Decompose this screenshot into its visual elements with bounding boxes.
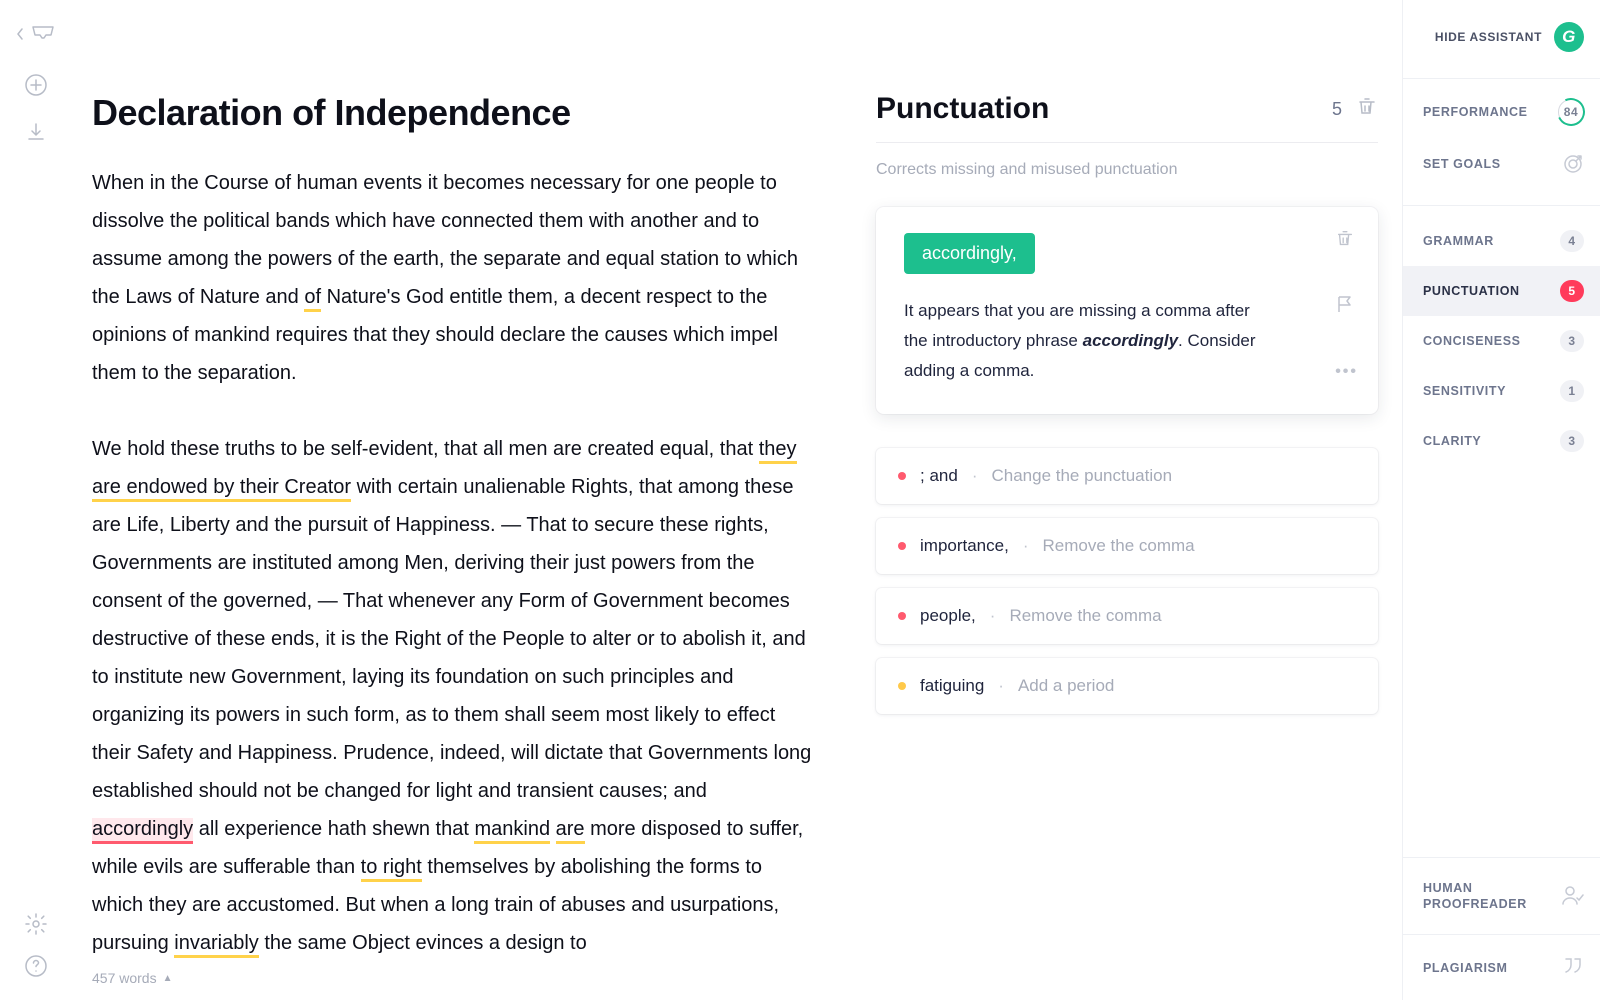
text: the same Object evinces a design to	[259, 932, 587, 954]
category-grammar[interactable]: GRAMMAR 4	[1403, 216, 1600, 266]
text: with certain unalienable Rights, that am…	[92, 476, 811, 802]
person-check-icon	[1560, 884, 1584, 909]
performance-score: 84	[1558, 99, 1584, 125]
highlight-yellow[interactable]: of	[304, 286, 321, 312]
category-count: 1	[1560, 380, 1584, 402]
performance-item[interactable]: PERFORMANCE 84	[1403, 78, 1600, 139]
row-main: importance,	[920, 536, 1009, 556]
category-punctuation[interactable]: PUNCTUATION 5	[1403, 266, 1600, 316]
human-proofreader[interactable]: HUMAN PROOFREADER	[1403, 858, 1600, 934]
suggestion-card[interactable]: accordingly, It appears that you are mis…	[876, 207, 1378, 414]
doc-body[interactable]: When in the Course of human events it be…	[92, 164, 812, 962]
doc-title[interactable]: Declaration of Independence	[92, 92, 852, 134]
row-sep: ·	[1023, 536, 1029, 556]
download-button[interactable]	[25, 121, 47, 143]
highlight-yellow[interactable]: invariably	[174, 932, 258, 958]
suggestion-row[interactable]: ; and · Change the punctuation	[876, 448, 1378, 504]
category-count: 3	[1560, 330, 1584, 352]
suggestion-row[interactable]: fatiguing · Add a period	[876, 658, 1378, 714]
performance-label: PERFORMANCE	[1423, 105, 1528, 119]
plagiarism-label: PLAGIARISM	[1423, 961, 1507, 975]
set-goals-label: SET GOALS	[1423, 157, 1501, 171]
severity-dot	[898, 472, 906, 480]
category-label: PUNCTUATION	[1423, 284, 1520, 298]
trash-icon[interactable]	[1356, 96, 1378, 123]
right-sidebar: HIDE ASSISTANT G PERFORMANCE 84 SET GOAL…	[1402, 0, 1600, 1000]
text: PROOFREADER	[1423, 897, 1527, 911]
plagiarism[interactable]: PLAGIARISM	[1403, 934, 1600, 1000]
category-count: 4	[1560, 230, 1584, 252]
editor-column: Declaration of Independence When in the …	[72, 0, 872, 1000]
text-emphasis: accordingly	[1083, 331, 1178, 350]
panel-title: Punctuation	[876, 92, 1049, 126]
row-sep: ·	[990, 606, 996, 626]
row-hint: Change the punctuation	[991, 466, 1172, 486]
back-to-docs[interactable]	[16, 24, 56, 49]
severity-dot	[898, 612, 906, 620]
highlight-yellow[interactable]: mankind	[474, 818, 550, 844]
highlight-yellow[interactable]: are	[556, 818, 585, 844]
help-button[interactable]	[24, 954, 48, 978]
category-label: CLARITY	[1423, 434, 1481, 448]
row-hint: Add a period	[1018, 676, 1114, 696]
category-label: GRAMMAR	[1423, 234, 1494, 248]
text: HUMAN	[1423, 881, 1473, 895]
new-doc-button[interactable]	[24, 73, 48, 97]
hide-assistant-label: HIDE ASSISTANT	[1435, 30, 1542, 44]
word-count-label: 457 words	[92, 970, 157, 986]
suggestion-row[interactable]: people, · Remove the comma	[876, 588, 1378, 644]
more-icon[interactable]: •••	[1335, 363, 1358, 381]
category-label: SENSITIVITY	[1423, 384, 1506, 398]
category-conciseness[interactable]: CONCISENESS 3	[1403, 316, 1600, 366]
hide-assistant[interactable]: HIDE ASSISTANT G	[1403, 22, 1600, 74]
category-count: 3	[1560, 430, 1584, 452]
row-sep: ·	[998, 676, 1004, 696]
left-rail	[0, 0, 72, 1000]
grammarly-logo-icon: G	[1554, 22, 1584, 52]
row-hint: Remove the comma	[1009, 606, 1161, 626]
suggestion-row[interactable]: importance, · Remove the comma	[876, 518, 1378, 574]
category-count: 5	[1560, 280, 1584, 302]
settings-button[interactable]	[24, 912, 48, 936]
set-goals-item[interactable]: SET GOALS	[1403, 139, 1600, 189]
flag-icon[interactable]	[1335, 294, 1358, 319]
panel-description: Corrects missing and misused punctuation	[876, 161, 1378, 179]
suggestion-explanation: It appears that you are missing a comma …	[904, 296, 1274, 386]
quote-icon	[1562, 957, 1584, 978]
severity-dot	[898, 542, 906, 550]
row-main: fatiguing	[920, 676, 984, 696]
suggestion-chip[interactable]: accordingly,	[904, 233, 1035, 274]
word-count[interactable]: 457 words ▲	[92, 970, 173, 986]
severity-dot	[898, 682, 906, 690]
chevron-left-icon	[16, 27, 26, 46]
target-icon	[1562, 153, 1584, 175]
inbox-icon	[30, 24, 56, 49]
category-clarity[interactable]: CLARITY 3	[1403, 416, 1600, 466]
text	[550, 818, 556, 840]
row-sep: ·	[972, 466, 978, 486]
caret-up-icon: ▲	[163, 973, 173, 984]
trash-icon[interactable]	[1335, 229, 1358, 254]
highlight-error[interactable]: accordingly	[92, 818, 193, 844]
category-label: CONCISENESS	[1423, 334, 1521, 348]
suggestion-panel: Punctuation 5 Corrects missing and misus…	[872, 0, 1402, 1000]
category-sensitivity[interactable]: SENSITIVITY 1	[1403, 366, 1600, 416]
highlight-yellow[interactable]: to right	[361, 856, 422, 882]
row-hint: Remove the comma	[1043, 536, 1195, 556]
row-main: ; and	[920, 466, 958, 486]
panel-header: Punctuation 5	[876, 92, 1378, 143]
text: We hold these truths to be self-evident,…	[92, 438, 759, 460]
row-main: people,	[920, 606, 976, 626]
text: all experience hath shewn that	[193, 818, 474, 840]
panel-count: 5	[1332, 99, 1342, 120]
